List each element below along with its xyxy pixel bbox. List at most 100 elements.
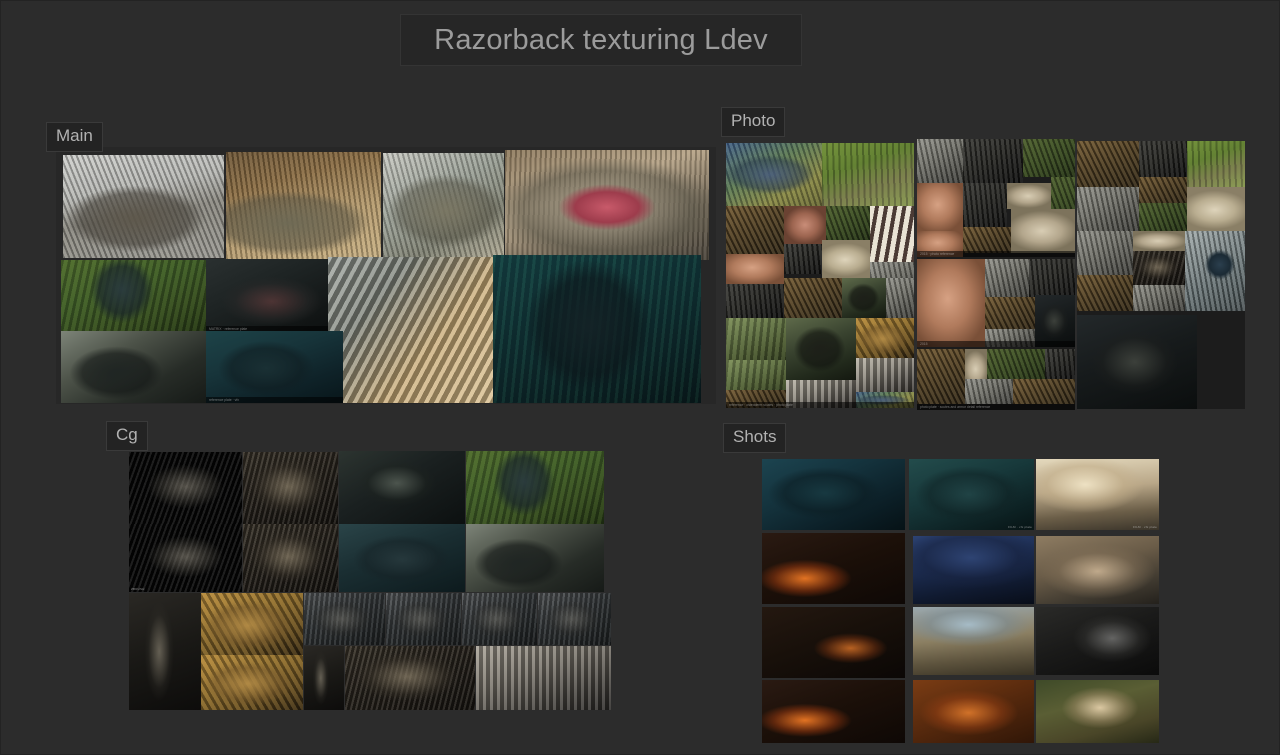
board-title-box[interactable]: Razorback texturing Ldev <box>400 14 802 66</box>
photo-mid-hand-sculpt[interactable] <box>917 183 963 231</box>
photo-mid-scale-row[interactable] <box>917 139 963 183</box>
photo-mid-armor-plates[interactable] <box>917 349 965 404</box>
photo-hand-holding[interactable] <box>726 254 784 284</box>
shot-dino-embers-prowl[interactable] <box>762 607 905 678</box>
photo-scale-brown[interactable] <box>726 206 784 254</box>
photo-caiman-grass[interactable] <box>822 143 914 206</box>
photo-lizard-belly[interactable] <box>784 206 826 244</box>
cg-head-turn-02[interactable] <box>386 593 461 645</box>
photo-right-skull-teeth[interactable] <box>1077 275 1133 311</box>
cg-body-render[interactable] <box>345 646 475 710</box>
photo-group-middle[interactable]: 2015 · photo reference 2015 photo plate … <box>917 139 1075 410</box>
shot-lion-night-cliff[interactable] <box>913 536 1034 604</box>
photo-right-bone-curl[interactable] <box>1187 187 1245 231</box>
photo-croc-teeth[interactable] <box>870 206 914 262</box>
photo-fossil-tooth[interactable] <box>726 284 784 318</box>
main-image-raptor-blue[interactable]: reference plate · vfx <box>206 331 343 403</box>
shot-lion-fire-smoke[interactable] <box>913 680 1034 743</box>
cg-head-turn-03[interactable] <box>462 593 537 645</box>
photo-right-black-caiman[interactable] <box>1077 315 1197 409</box>
photo-right-croc-jaws[interactable] <box>1133 285 1185 311</box>
photo-mid-sculpt-hands[interactable] <box>917 259 985 347</box>
cg-back-spine-render[interactable] <box>476 646 611 710</box>
shot-dino-fire-night[interactable] <box>762 533 905 604</box>
photo-mid-croc-dorsal[interactable] <box>1029 259 1075 297</box>
photo-mid-mud-skin[interactable] <box>1013 379 1075 404</box>
photo-mid-scale-tan[interactable] <box>985 297 1035 329</box>
cg-tortoise-body[interactable] <box>201 655 303 710</box>
cg-tortoise-head[interactable] <box>201 593 303 655</box>
section-main[interactable]: MATRIX · reference plate reference plate… <box>56 147 716 404</box>
main-image-croc-sand[interactable] <box>226 152 381 260</box>
photo-mid-pale-leg[interactable] <box>1011 209 1075 253</box>
photo-stego-plates[interactable] <box>726 360 786 390</box>
section-shots[interactable]: FILM · vfx plate FILM · vfx plate <box>758 452 1166 748</box>
photo-mid-croc-tail[interactable] <box>1023 139 1075 177</box>
photo-mid-rock-skin[interactable] <box>965 379 1013 404</box>
main-image-croc-roar[interactable] <box>505 150 709 260</box>
photo-croc-skull[interactable] <box>822 240 870 278</box>
photo-scale-blue-tag[interactable] <box>886 278 914 318</box>
photo-marine-iguana[interactable] <box>786 318 856 380</box>
photo-mid-croc-back[interactable] <box>963 139 1023 183</box>
cg-raptor-blue-head[interactable] <box>339 524 465 592</box>
section-label-main[interactable]: Main <box>46 122 103 152</box>
section-photo[interactable]: reference · osteoderm scutes · photo pla… <box>721 137 1261 412</box>
photo-right-croc-head[interactable] <box>1077 187 1139 231</box>
photo-turtle-grass[interactable] <box>856 318 914 358</box>
photo-right-cg-head[interactable] <box>1133 251 1185 285</box>
photo-scale-dark[interactable] <box>784 244 822 274</box>
shot-lion-daylight-portrait[interactable] <box>1036 680 1159 743</box>
shot-dino-burning-ruins[interactable] <box>762 680 905 743</box>
cg-sculpt-front[interactable] <box>129 452 242 524</box>
cg-head-turn-04[interactable] <box>538 593 611 645</box>
section-cg[interactable]: ZBRUSH <box>129 448 619 713</box>
photo-right-green-lizard[interactable] <box>1187 141 1245 187</box>
cg-underwater-cave[interactable] <box>339 451 465 524</box>
photo-mid-dark-hide[interactable] <box>1045 349 1075 379</box>
photo-right-croc-eye-skin[interactable] <box>1077 231 1133 275</box>
photo-mid-claw-foot[interactable] <box>963 227 1011 253</box>
main-image-croc-stone[interactable] <box>63 155 224 258</box>
main-image-croc-tail[interactable] <box>328 257 493 403</box>
photo-right-croc-mud[interactable] <box>1077 141 1139 187</box>
main-image-croc-head[interactable] <box>383 153 504 258</box>
photo-mid-albino-croc[interactable] <box>1007 183 1051 209</box>
photo-right-lizard-eye[interactable] <box>1185 231 1245 311</box>
photo-right-spiny-tail[interactable] <box>1139 141 1187 177</box>
photo-right-pale-jaw[interactable] <box>1133 231 1185 251</box>
photo-right-croc-snout[interactable] <box>1139 177 1187 203</box>
photo-blue-caiman[interactable] <box>726 143 822 206</box>
photo-mid-dark-skin[interactable] <box>963 183 1007 227</box>
cg-head-turn-01[interactable] <box>304 593 385 645</box>
photo-mid-scale-grid[interactable] <box>985 259 1029 297</box>
photo-mid-croc-green[interactable] <box>987 349 1045 379</box>
cg-head-spiked[interactable] <box>243 452 338 524</box>
photo-stegosaurus[interactable] <box>726 318 786 360</box>
cg-head-roaring[interactable] <box>243 524 338 592</box>
cg-raptor-grass[interactable] <box>466 451 604 524</box>
photo-spine-osteoderms[interactable] <box>856 358 914 392</box>
shot-lion-cave-silhouette[interactable] <box>1036 607 1159 675</box>
shot-dino-amber-interior[interactable] <box>762 459 905 530</box>
photo-mid-cg-dark[interactable] <box>1035 295 1075 347</box>
reference-board[interactable]: Razorback texturing Ldev Main MATRIX · r… <box>0 0 1280 755</box>
main-image-raptor-grass[interactable] <box>61 260 206 331</box>
cg-raptor-window[interactable] <box>466 524 604 592</box>
photo-group-left[interactable]: reference · osteoderm scutes · photo pla… <box>726 143 914 408</box>
shot-lion-dust-walk[interactable] <box>1036 536 1159 604</box>
shot-dino-sunset-roar[interactable]: FILM · vfx plate <box>1036 459 1159 530</box>
photo-skull-jaw[interactable] <box>784 278 842 318</box>
main-image-raptor-bus[interactable] <box>61 331 206 403</box>
main-image-raptor-car[interactable]: MATRIX · reference plate <box>206 259 343 332</box>
cg-limb-claw[interactable] <box>304 646 344 710</box>
section-label-shots[interactable]: Shots <box>723 423 787 453</box>
section-label-photo[interactable]: Photo <box>721 107 786 137</box>
photo-right-scale-green[interactable] <box>1139 203 1187 231</box>
section-label-cg[interactable]: Cg <box>106 421 148 451</box>
photo-group-right[interactable] <box>1077 141 1245 409</box>
photo-scale-green[interactable] <box>826 206 870 240</box>
shot-lion-savanna-gorge[interactable] <box>913 607 1034 675</box>
main-image-raptor-field[interactable] <box>493 255 701 403</box>
shot-dino-teal-jungle[interactable]: FILM · vfx plate <box>909 459 1034 530</box>
